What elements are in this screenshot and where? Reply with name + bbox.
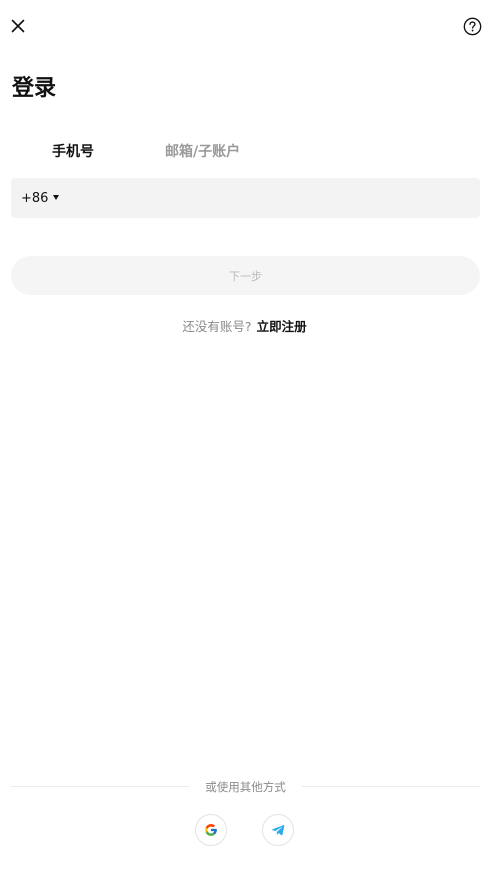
close-button[interactable] bbox=[6, 14, 30, 38]
register-now-link[interactable]: 立即注册 bbox=[257, 316, 307, 335]
caret-down-icon bbox=[53, 195, 60, 200]
no-account-text: 还没有账号? bbox=[182, 318, 252, 334]
telegram-icon bbox=[272, 824, 285, 836]
country-code-selector[interactable]: +86 bbox=[21, 178, 60, 218]
telegram-login-button[interactable] bbox=[262, 814, 294, 846]
google-icon bbox=[205, 824, 217, 836]
phone-number-input[interactable] bbox=[73, 177, 480, 219]
signup-prompt-row: 还没有账号? 立即注册 bbox=[0, 314, 489, 336]
page-title: 登录 bbox=[12, 76, 57, 101]
question-circle-icon bbox=[463, 17, 481, 35]
tab-email-subaccount[interactable]: 邮箱/子账户 bbox=[165, 140, 240, 164]
divider-line-left bbox=[11, 786, 189, 787]
google-login-button[interactable] bbox=[195, 814, 227, 846]
close-icon bbox=[11, 19, 25, 33]
other-methods-label: 或使用其他方式 bbox=[205, 780, 286, 794]
next-button[interactable]: 下一步 bbox=[11, 256, 480, 295]
divider-line-right bbox=[302, 786, 480, 787]
phone-field: +86 bbox=[11, 177, 480, 219]
help-button[interactable] bbox=[461, 15, 483, 37]
tab-phone[interactable]: 手机号 bbox=[52, 140, 94, 164]
country-code-value: +86 bbox=[21, 190, 49, 206]
